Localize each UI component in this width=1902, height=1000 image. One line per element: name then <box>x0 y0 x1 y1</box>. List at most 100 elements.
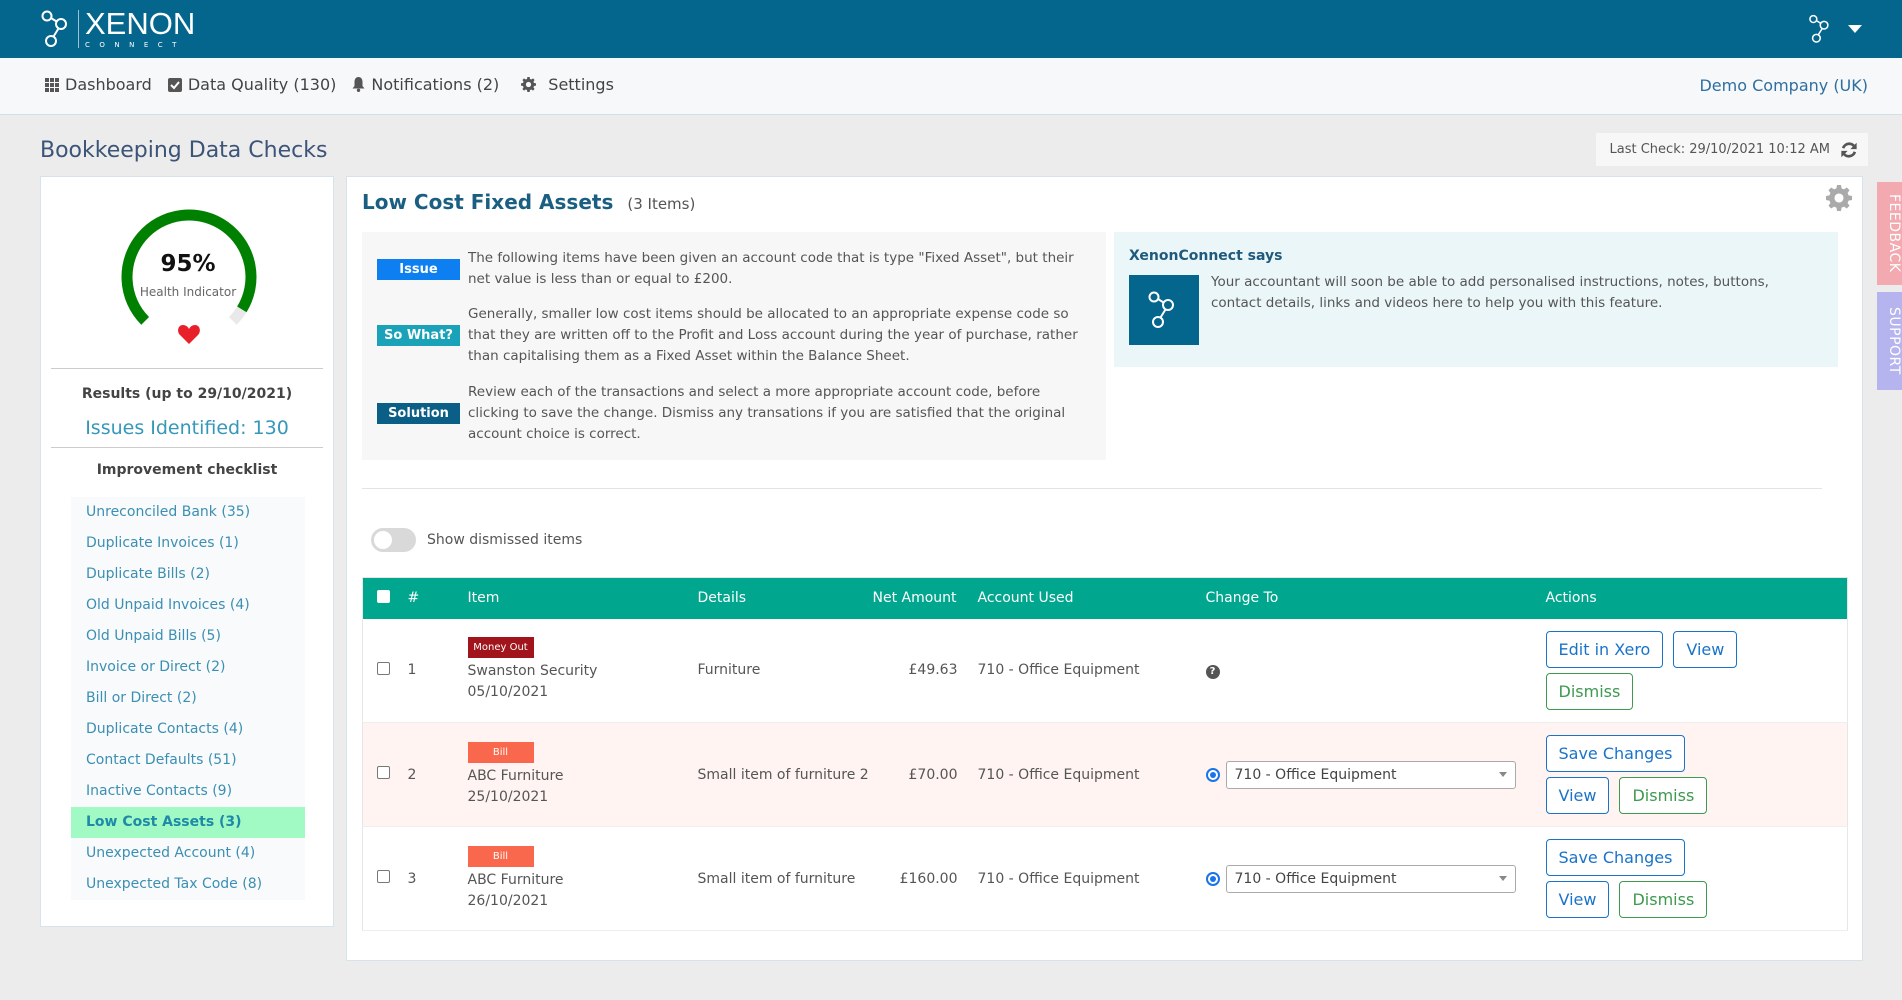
row-checkbox[interactable] <box>377 766 390 779</box>
gear-icon <box>521 77 537 92</box>
header-change-to: Change To <box>1205 590 1279 607</box>
view-button[interactable]: View <box>1673 630 1738 668</box>
header-account-used: Account Used <box>977 590 1074 607</box>
help-icon[interactable]: ? <box>1205 664 1220 679</box>
item-date: 05/10/2021 <box>467 684 549 701</box>
checklist-item[interactable]: Unexpected Tax Code (8) <box>71 869 305 900</box>
divider <box>362 488 1822 489</box>
nav-bar: Dashboard Data Quality (130) Notificatio… <box>0 58 1902 115</box>
account-used: 710 - Office Equipment <box>977 870 1140 887</box>
nav-data-quality[interactable]: Data Quality (130) <box>167 75 336 94</box>
item-details: Small item of furniture <box>697 870 856 887</box>
xenon-says-box: XenonConnect says Your accountant will s… <box>1114 232 1838 367</box>
nav-notifications[interactable]: Notifications (2) <box>352 75 499 94</box>
solution-text: Review each of the transactions and sele… <box>468 384 1066 442</box>
nav-dashboard-label: Dashboard <box>65 75 152 94</box>
change-to-select[interactable]: 710 - Office Equipment <box>1225 864 1516 893</box>
item-name: Swanston Security <box>467 663 598 680</box>
table-row: 3 Bill ABC Furniture 26/10/2021 Small it… <box>362 827 1848 931</box>
section-settings-gear-icon[interactable] <box>1826 185 1852 211</box>
so-what-text: Generally, smaller low cost items should… <box>468 306 1078 364</box>
save-changes-button[interactable]: Save Changes <box>1545 839 1686 876</box>
table-row: 1 Money Out Swanston Security 05/10/2021… <box>362 619 1848 723</box>
show-dismissed-row: Show dismissed items <box>371 528 582 552</box>
dismiss-button[interactable]: Dismiss <box>1619 881 1708 918</box>
section-title: Low Cost Fixed Assets <box>362 190 614 214</box>
company-name-link[interactable]: Demo Company (UK) <box>1699 76 1868 95</box>
last-check-text: Last Check: 29/10/2021 10:12 AM <box>1609 142 1830 157</box>
xenon-logo-icon <box>41 10 67 47</box>
grid-icon <box>45 77 59 92</box>
select-all-checkbox[interactable] <box>377 589 390 603</box>
checklist-item[interactable]: Duplicate Contacts (4) <box>71 714 305 745</box>
item-name: ABC Furniture <box>467 767 564 784</box>
logo[interactable]: XENON CONNECT <box>40 8 195 49</box>
xenon-says-text: Your accountant will soon be able to add… <box>1211 274 1769 311</box>
user-menu[interactable] <box>1808 13 1862 45</box>
checklist-item-active[interactable]: Low Cost Assets (3) <box>71 807 305 838</box>
issue-badge: Issue <box>377 258 460 280</box>
health-label: Health Indicator <box>139 285 237 299</box>
row-checkbox[interactable] <box>377 870 390 883</box>
nav-settings[interactable]: Settings <box>521 75 614 94</box>
refresh-icon[interactable] <box>1840 141 1858 159</box>
health-panel: 95% Health Indicator Results (up to 29/1… <box>40 176 334 927</box>
change-to-value: 710 - Office Equipment <box>1234 766 1397 783</box>
header-item: Item <box>467 590 500 607</box>
net-amount: £49.63 <box>908 662 958 679</box>
nav-notifications-label: Notifications (2) <box>371 75 500 94</box>
change-to-select[interactable]: 710 - Office Equipment <box>1225 760 1516 789</box>
checklist-title: Improvement checklist <box>96 462 278 478</box>
heart-icon <box>178 325 200 344</box>
items-table: # Item Details Net Amount Account Used C… <box>362 577 1848 931</box>
support-tab[interactable]: SUPPORT <box>1877 292 1902 390</box>
checklist-item[interactable]: Contact Defaults (51) <box>71 745 305 776</box>
checklist-item[interactable]: Unexpected Account (4) <box>71 838 305 869</box>
save-changes-button[interactable]: Save Changes <box>1545 735 1686 772</box>
results-label: Results (up to 29/10/2021) <box>81 386 293 402</box>
issue-info-box: Issue The following items have been give… <box>362 232 1106 460</box>
checklist-item[interactable]: Duplicate Invoices (1) <box>71 528 305 559</box>
feedback-tab[interactable]: FEEDBACK <box>1877 182 1902 285</box>
xenon-says-logo <box>1129 275 1199 345</box>
dismiss-button[interactable]: Dismiss <box>1619 777 1708 814</box>
checklist-item[interactable]: Duplicate Bills (2) <box>71 559 305 590</box>
health-value: 95% <box>160 251 216 277</box>
checklist-item[interactable]: Inactive Contacts (9) <box>71 776 305 807</box>
type-badge: Bill <box>467 741 534 763</box>
solution-row: Solution Review each of the transactions… <box>377 382 1093 445</box>
table-header-row: # Item Details Net Amount Account Used C… <box>362 577 1848 619</box>
row-checkbox[interactable] <box>377 661 390 675</box>
row-number: 3 <box>407 870 417 887</box>
section-header: Low Cost Fixed Assets (3 Items) <box>362 190 695 214</box>
chevron-down-icon[interactable] <box>1848 25 1862 33</box>
issue-row: Issue The following items have been give… <box>377 248 1093 290</box>
row-number: 2 <box>407 766 417 783</box>
net-amount: £70.00 <box>908 766 958 783</box>
xenon-logo-icon <box>1148 291 1174 328</box>
header-net-amount: Net Amount <box>872 590 957 607</box>
view-button[interactable]: View <box>1545 881 1610 918</box>
checklist-item[interactable]: Old Unpaid Bills (5) <box>71 621 305 652</box>
health-gauge <box>121 209 257 344</box>
header-details: Details <box>697 590 747 607</box>
checklist-item[interactable]: Unreconciled Bank (35) <box>71 497 305 528</box>
edit-in-xero-button[interactable]: Edit in Xero <box>1545 630 1664 668</box>
page-title: Bookkeeping Data Checks <box>40 138 328 163</box>
view-button[interactable]: View <box>1545 777 1610 814</box>
change-to-radio[interactable] <box>1205 767 1220 782</box>
toggle-knob <box>374 531 392 549</box>
checklist-item[interactable]: Bill or Direct (2) <box>71 683 305 714</box>
change-to-radio[interactable] <box>1205 871 1220 886</box>
so-what-badge: So What? <box>377 325 460 346</box>
last-check-bar: Last Check: 29/10/2021 10:12 AM <box>1595 133 1868 166</box>
logo-sub: CONNECT <box>85 41 186 49</box>
show-dismissed-toggle[interactable] <box>371 528 416 552</box>
dismiss-button[interactable]: Dismiss <box>1545 672 1634 710</box>
main-panel: Low Cost Fixed Assets (3 Items) Issue Th… <box>346 176 1863 961</box>
nav-dashboard[interactable]: Dashboard <box>45 75 152 94</box>
type-badge: Money Out <box>467 637 534 659</box>
checklist-item[interactable]: Invoice or Direct (2) <box>71 652 305 683</box>
checklist-item[interactable]: Old Unpaid Invoices (4) <box>71 590 305 621</box>
select-arrow-icon <box>1498 876 1507 881</box>
